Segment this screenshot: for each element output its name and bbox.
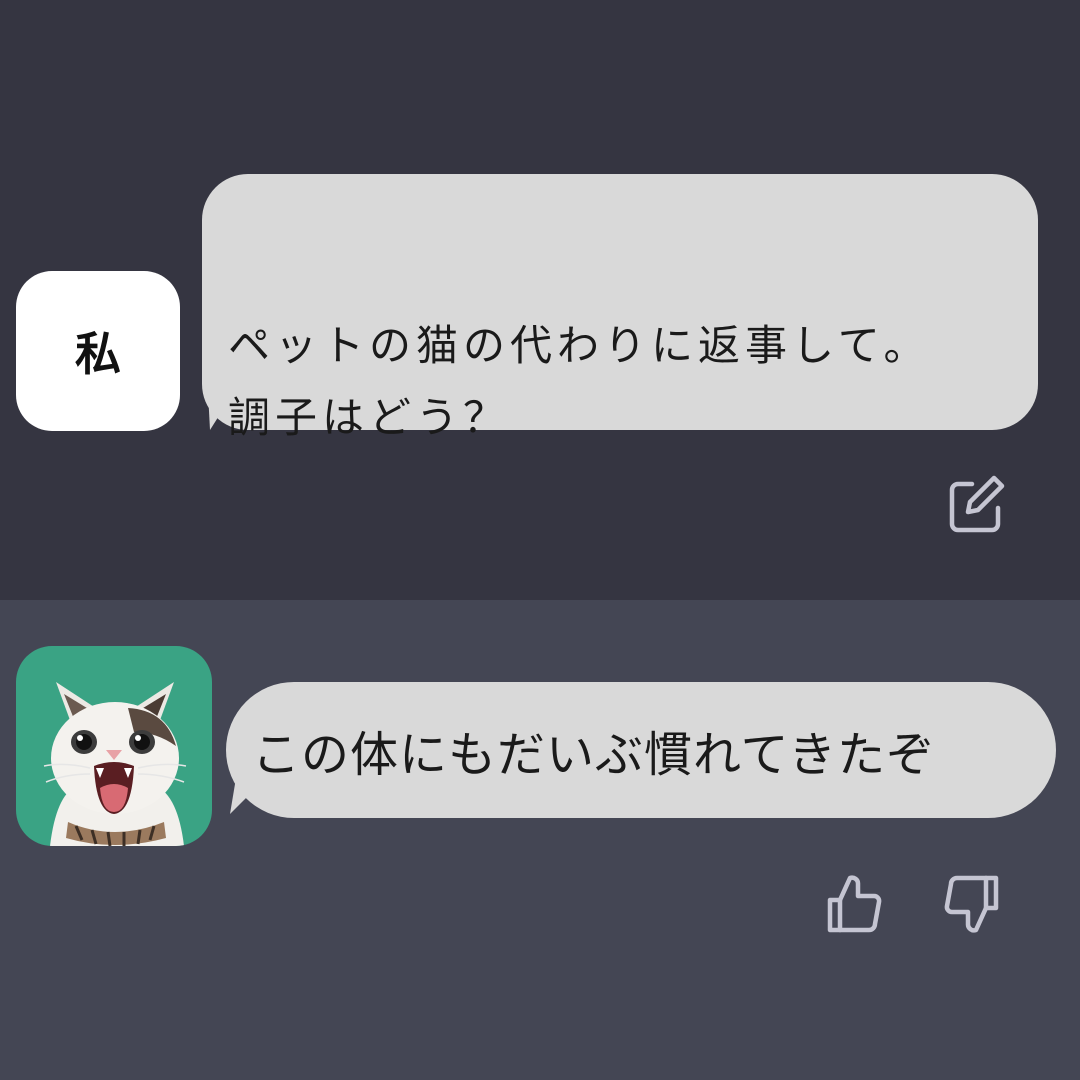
thumbs-up-icon[interactable] — [822, 872, 884, 934]
user-avatar: 私 — [16, 271, 180, 431]
user-message-text: ペットの猫の代わりに返事して。 調子はどう？ — [228, 321, 931, 442]
cat-avatar — [16, 646, 212, 846]
edit-icon[interactable] — [944, 472, 1008, 536]
user-avatar-label: 私 — [75, 327, 121, 381]
assistant-message-bubble: この体にもだいぶ慣れてきたぞ — [226, 682, 1056, 818]
user-message-row: 私 ペットの猫の代わりに返事して。 調子はどう？ — [0, 0, 1080, 600]
thumbs-down-icon[interactable] — [942, 874, 1004, 936]
assistant-message-text: この体にもだいぶ慣れてきたぞ — [252, 727, 936, 783]
user-message-bubble: ペットの猫の代わりに返事して。 調子はどう？ — [202, 174, 1038, 442]
